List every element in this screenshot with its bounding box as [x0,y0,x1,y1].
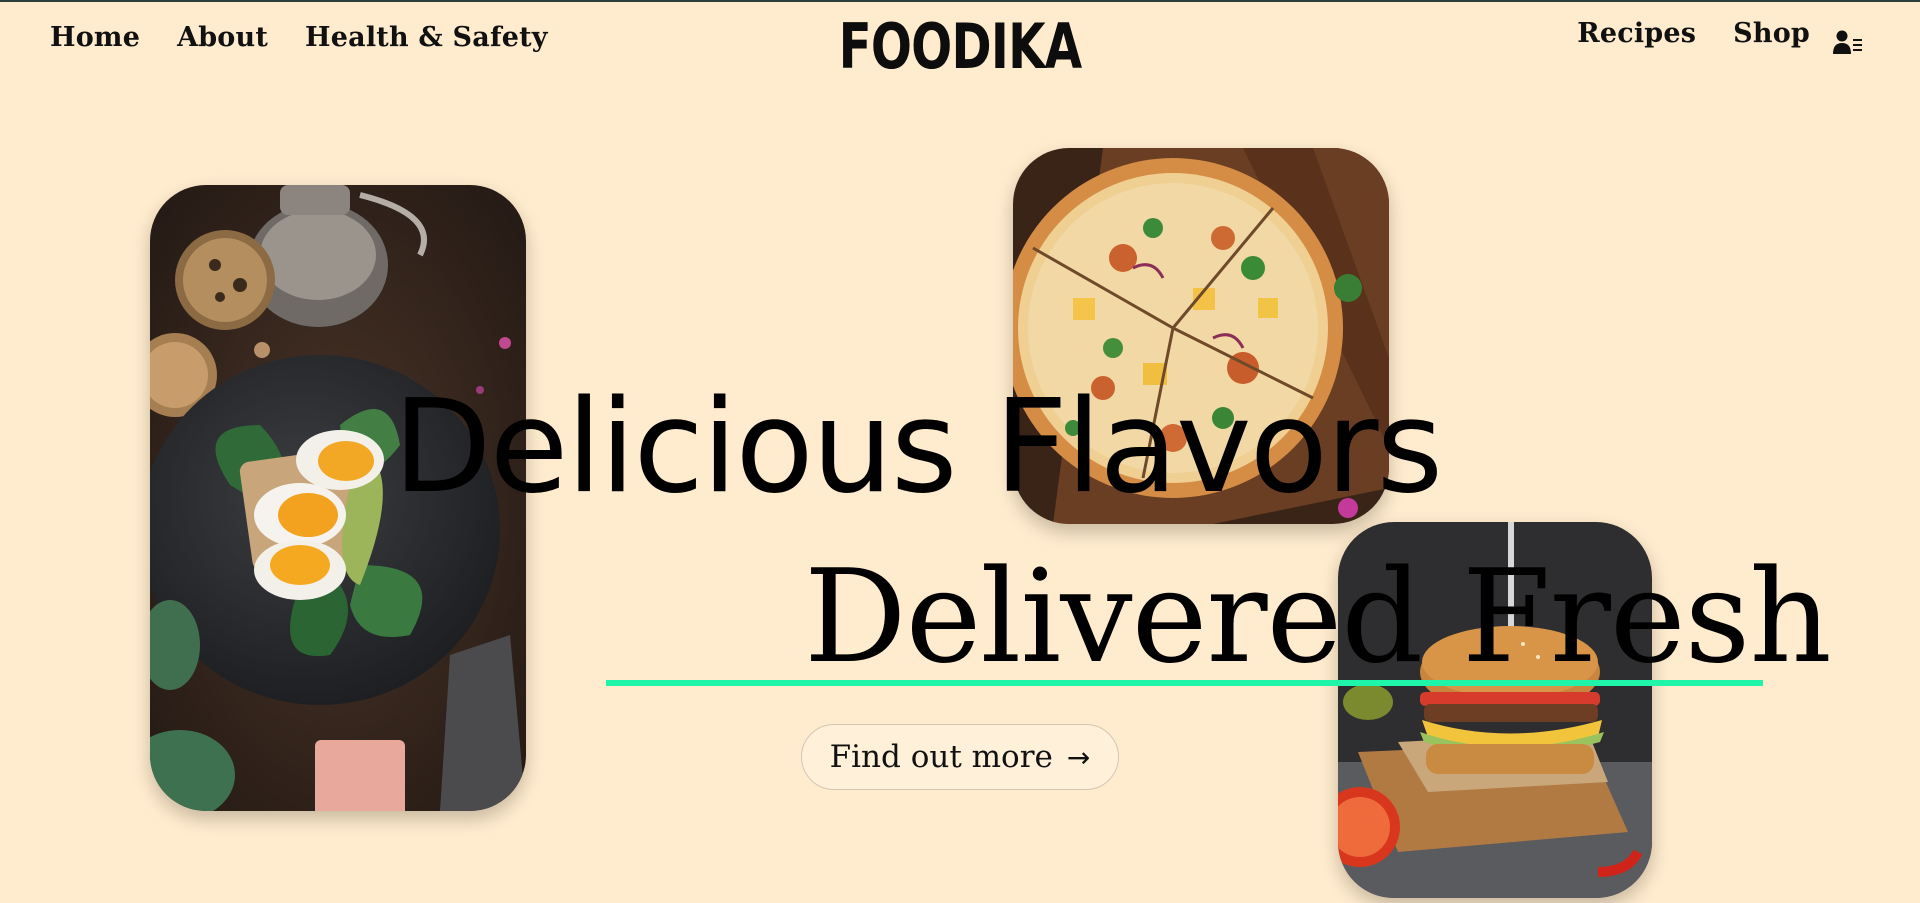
find-out-more-button[interactable]: Find out more → [801,724,1119,790]
secondary-nav: Recipes Shop [1577,18,1810,49]
primary-nav: Home About Health & Safety [50,22,548,53]
hero-headline-line2: Delivered Fresh [804,543,1832,692]
nav-home-link[interactable]: Home [50,22,140,53]
cta-label: Find out more [829,739,1053,775]
hero-accent-underline [606,680,1763,686]
logo-text: FOODIKA [838,10,1083,83]
nav-health-safety-link[interactable]: Health & Safety [305,22,548,53]
user-list-icon[interactable] [1833,28,1863,56]
arrow-right-icon: → [1066,740,1091,774]
nav-about-link[interactable]: About [177,22,268,53]
top-border [0,0,1920,2]
hero-headline-line1: Delicious Flavors [393,373,1443,522]
nav-shop-link[interactable]: Shop [1733,18,1810,49]
nav-recipes-link[interactable]: Recipes [1577,18,1696,49]
site-logo[interactable]: FOODIKA [804,10,1115,83]
